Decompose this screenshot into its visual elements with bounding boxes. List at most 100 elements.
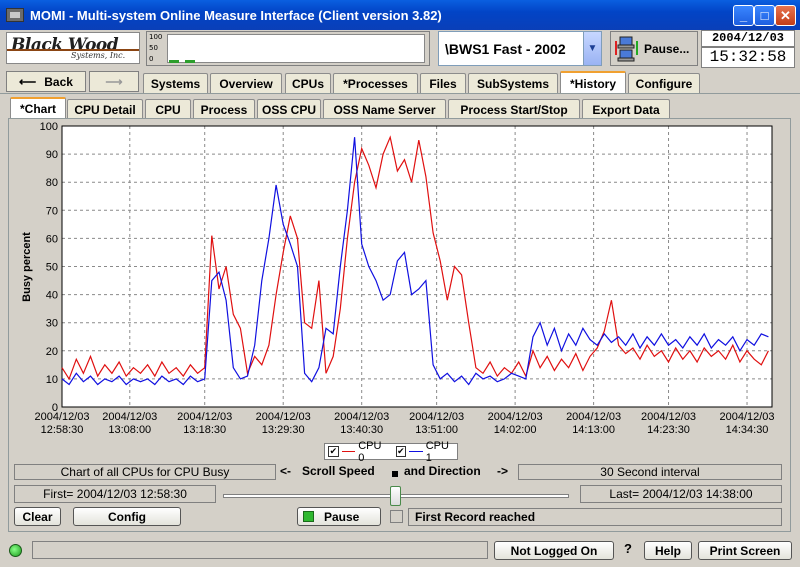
y-tick-label: 10 bbox=[46, 374, 58, 386]
y-tick-label: 20 bbox=[46, 346, 58, 358]
tab-overview[interactable]: Overview bbox=[210, 73, 282, 93]
x-tick-label-time: 14:23:30 bbox=[647, 424, 690, 436]
server-select-value: \BWS1 Fast - 2002 bbox=[445, 40, 566, 57]
tab-cpu[interactable]: CPU bbox=[145, 99, 191, 119]
mini-chart-plot bbox=[167, 34, 425, 63]
current-date: 2004/12/03 bbox=[701, 30, 795, 47]
mini-tick-100: 100 bbox=[149, 33, 163, 41]
scroll-left-arrow: <- bbox=[280, 464, 292, 478]
refresh-computers-icon bbox=[614, 35, 640, 63]
tab-history[interactable]: *History bbox=[560, 71, 626, 94]
mini-cpu-chart: 100 50 0 bbox=[146, 31, 430, 66]
pause-chart-button[interactable]: Pause bbox=[297, 507, 381, 526]
y-axis-label: Busy percent bbox=[21, 232, 33, 302]
x-tick-label-date: 2004/12/03 bbox=[566, 411, 621, 423]
tab-oss-name-server[interactable]: OSS Name Server bbox=[323, 99, 446, 119]
x-tick-label-date: 2004/12/03 bbox=[409, 411, 464, 423]
x-tick-label-time: 14:13:00 bbox=[572, 424, 615, 436]
tab-systems[interactable]: Systems bbox=[143, 73, 208, 93]
help-button[interactable]: Help bbox=[644, 541, 692, 560]
company-logo: Black Wood Systems, Inc. bbox=[6, 32, 140, 64]
current-time: 15:32:58 bbox=[701, 47, 795, 68]
mini-tick-0: 0 bbox=[149, 55, 154, 63]
y-tick-label: 40 bbox=[46, 290, 58, 302]
tab-export-data[interactable]: Export Data bbox=[582, 99, 670, 119]
app-icon bbox=[6, 8, 24, 22]
legend-swatch-cpu1 bbox=[409, 451, 423, 452]
chart-legend: ✔ CPU 0 ✔ CPU 1 bbox=[324, 440, 458, 464]
x-tick-label-time: 13:08:00 bbox=[108, 424, 151, 436]
y-tick-label: 70 bbox=[46, 205, 58, 217]
first-record-status: First Record reached bbox=[408, 508, 782, 526]
tab-processes[interactable]: *Processes bbox=[333, 73, 418, 93]
scroll-slider-thumb[interactable] bbox=[390, 486, 401, 506]
x-tick-label-time: 13:29:30 bbox=[262, 424, 305, 436]
history-chart-svg: 0102030405060708090100 2004/12/0312:58:3… bbox=[21, 121, 775, 436]
clear-button[interactable]: Clear bbox=[14, 507, 61, 526]
help-question-icon[interactable]: ? bbox=[624, 541, 632, 556]
forward-button[interactable]: ⟶ bbox=[89, 71, 139, 92]
x-tick-label-time: 14:02:00 bbox=[494, 424, 537, 436]
x-tick-label-time: 13:40:30 bbox=[340, 424, 383, 436]
scroll-direction-label: and Direction bbox=[404, 464, 481, 478]
config-button[interactable]: Config bbox=[73, 507, 181, 526]
tab-oss-cpu[interactable]: OSS CPU bbox=[257, 99, 321, 119]
x-tick-label-date: 2004/12/03 bbox=[177, 411, 232, 423]
status-message-field bbox=[32, 541, 488, 559]
scroll-speed-label: Scroll Speed bbox=[302, 464, 375, 478]
x-tick-label-date: 2004/12/03 bbox=[34, 411, 89, 423]
tab-files[interactable]: Files bbox=[420, 73, 466, 93]
back-button[interactable]: ⟵ Back bbox=[6, 71, 86, 92]
history-chart: 0 10 20 30 40 50 60 70 80 90 100 2004/12/03 12:58:3… bbox=[14, 120, 788, 460]
running-indicator-icon bbox=[303, 511, 314, 522]
title-bar: MOMI - Multi-system Online Measure Inter… bbox=[0, 0, 800, 30]
print-screen-button[interactable]: Print Screen bbox=[698, 541, 792, 560]
x-tick-label-date: 2004/12/03 bbox=[488, 411, 543, 423]
forward-arrow-icon: ⟶ bbox=[105, 74, 123, 89]
legend-label-cpu1: CPU 1 bbox=[425, 439, 449, 464]
minimize-button[interactable]: _ bbox=[733, 5, 754, 26]
x-tick-label-date: 2004/12/03 bbox=[641, 411, 696, 423]
server-select[interactable]: \BWS1 Fast - 2002 ▼ bbox=[438, 31, 602, 66]
interval-display: 30 Second interval bbox=[518, 464, 782, 480]
y-tick-label: 30 bbox=[46, 318, 58, 330]
x-tick-label-time: 13:18:30 bbox=[183, 424, 226, 436]
pause-refresh-button[interactable]: Pause... bbox=[610, 31, 698, 66]
y-tick-label: 80 bbox=[46, 177, 58, 189]
x-tick-label-time: 14:34:30 bbox=[726, 424, 769, 436]
mini-tick-50: 50 bbox=[149, 44, 158, 52]
slider-center-marker bbox=[392, 471, 398, 477]
x-tick-label-date: 2004/12/03 bbox=[334, 411, 389, 423]
legend-label-cpu0: CPU 0 bbox=[358, 439, 382, 464]
legend-swatch-cpu0 bbox=[341, 451, 356, 452]
scroll-right-arrow: -> bbox=[497, 464, 509, 478]
pause-chart-label: Pause bbox=[324, 509, 360, 524]
window-title: MOMI - Multi-system Online Measure Inter… bbox=[30, 7, 442, 23]
connection-status-icon bbox=[9, 544, 22, 557]
back-arrow-icon: ⟵ bbox=[19, 74, 37, 89]
y-tick-label: 60 bbox=[46, 233, 58, 245]
chart-description: Chart of all CPUs for CPU Busy bbox=[14, 464, 276, 480]
back-button-label: Back bbox=[44, 74, 73, 89]
last-record-display: Last= 2004/12/03 14:38:00 bbox=[580, 485, 782, 503]
tab-cpu-detail[interactable]: CPU Detail bbox=[67, 99, 143, 119]
x-tick-label-date: 2004/12/03 bbox=[102, 411, 157, 423]
login-button[interactable]: Not Logged On bbox=[494, 541, 614, 560]
maximize-button[interactable]: □ bbox=[754, 5, 775, 26]
tab-process[interactable]: Process bbox=[193, 99, 255, 119]
chevron-down-icon[interactable]: ▼ bbox=[583, 32, 601, 65]
x-tick-label-time: 13:51:00 bbox=[415, 424, 458, 436]
legend-checkbox-cpu0[interactable]: ✔ bbox=[328, 446, 339, 457]
close-button[interactable]: ✕ bbox=[775, 5, 796, 26]
pause-refresh-label: Pause... bbox=[644, 41, 690, 56]
x-tick-label-date: 2004/12/03 bbox=[719, 411, 774, 423]
tab-chart[interactable]: *Chart bbox=[10, 97, 66, 119]
tab-configure[interactable]: Configure bbox=[628, 73, 700, 93]
first-record-checkbox[interactable] bbox=[390, 510, 403, 523]
tab-subsystems[interactable]: SubSystems bbox=[468, 73, 558, 93]
legend-checkbox-cpu1[interactable]: ✔ bbox=[395, 446, 407, 457]
tab-process-start-stop[interactable]: Process Start/Stop bbox=[448, 99, 580, 119]
first-record-display: First= 2004/12/03 12:58:30 bbox=[14, 485, 216, 503]
tab-cpus[interactable]: CPUs bbox=[285, 73, 331, 93]
y-tick-label: 100 bbox=[40, 121, 58, 133]
